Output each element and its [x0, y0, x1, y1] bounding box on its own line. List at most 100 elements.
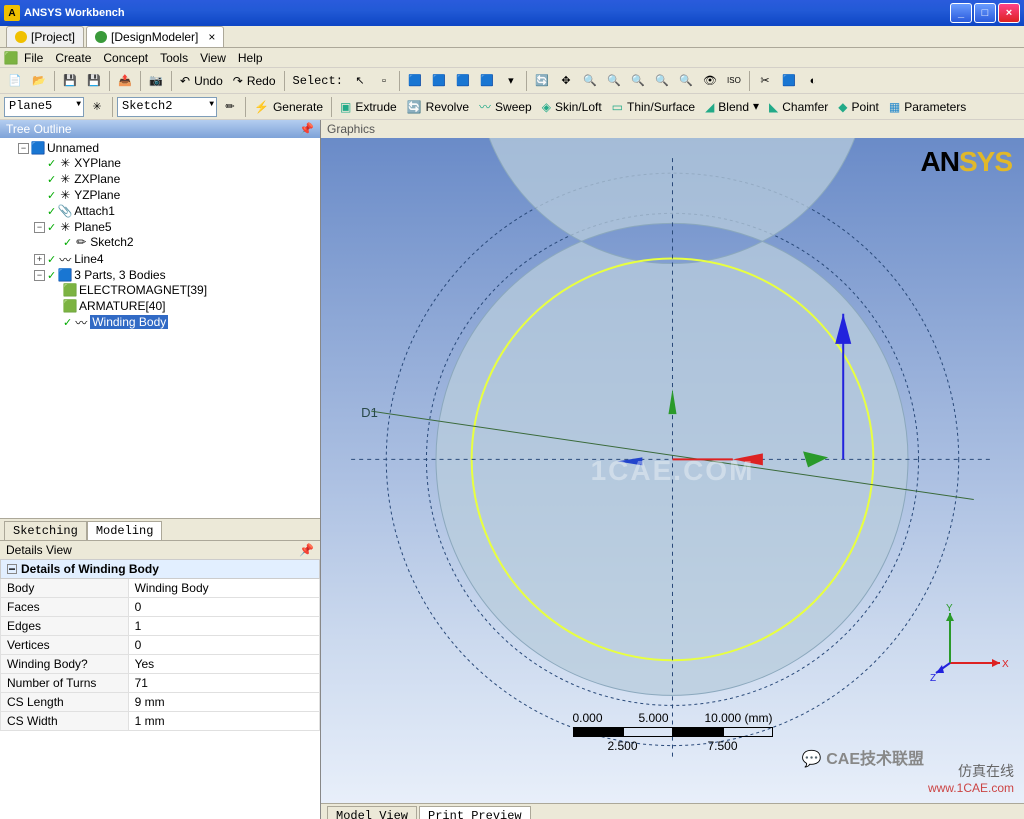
svg-text:X: X — [1002, 659, 1009, 670]
tree-xyplane[interactable]: XYPlane — [74, 156, 121, 170]
menu-file[interactable]: File — [18, 49, 49, 67]
toolbar-main: 📄 📂 💾 💾 📤 📷 ↶Undo ↷Redo Select: ↖ ▫ 🟦 🟦 … — [0, 68, 1024, 94]
zoom-out-button[interactable]: 🔍 — [627, 70, 649, 92]
parts-icon: 🟦 — [58, 269, 72, 281]
plane-icon: ✳ — [58, 157, 72, 169]
new-sketch-button[interactable]: ✏ — [219, 96, 241, 118]
pan-button[interactable]: ✥ — [555, 70, 577, 92]
app-icon: A — [4, 5, 20, 21]
menu-view[interactable]: View — [194, 49, 232, 67]
export-button[interactable]: 📤 — [114, 70, 136, 92]
pin-icon[interactable]: 📌 — [299, 122, 314, 136]
tab-project[interactable]: [Project] — [6, 26, 84, 47]
detail-row: CS Length9 mm — [1, 693, 320, 712]
tree-zxplane[interactable]: ZXPlane — [74, 172, 120, 186]
menu-bar: 🟩 File Create Concept Tools View Help — [0, 48, 1024, 68]
tree-parts[interactable]: 3 Parts, 3 Bodies — [74, 268, 165, 282]
select-cursor-button[interactable]: ↖ — [349, 70, 371, 92]
tab-model-view[interactable]: Model View — [327, 806, 417, 819]
snapshot-button[interactable]: 📷 — [145, 70, 167, 92]
watermark-badge: 💬 CAE技术联盟 — [802, 745, 924, 769]
details-view[interactable]: −Details of Winding Body BodyWinding Bod… — [0, 559, 320, 731]
skin-button[interactable]: ◈Skin/Loft — [542, 100, 602, 114]
iso-button[interactable]: ISO — [723, 70, 745, 92]
sweep-button[interactable]: 〰Sweep — [479, 98, 532, 115]
minimize-button[interactable]: _ — [950, 3, 972, 23]
tree-sketch2[interactable]: Sketch2 — [90, 235, 133, 249]
tree-line4[interactable]: Line4 — [74, 252, 103, 266]
tree-armature[interactable]: ARMATURE[40] — [79, 299, 165, 313]
attach-icon: 📎 — [58, 205, 72, 217]
tab-modeling[interactable]: Modeling — [87, 521, 163, 540]
blend-button[interactable]: ◢Blend ▾ — [705, 99, 759, 114]
undo-button[interactable]: ↶Undo — [180, 74, 223, 88]
plane-dropdown[interactable]: Plane5 — [4, 97, 84, 117]
menu-concept[interactable]: Concept — [97, 49, 154, 67]
new-plane-button[interactable]: ✳ — [86, 96, 108, 118]
plane-icon: ✳ — [58, 173, 72, 185]
filter-body-button[interactable]: 🟦 — [476, 70, 498, 92]
dm-small-icon: 🟩 — [4, 51, 18, 65]
lookat-button[interactable]: 👁 — [699, 70, 721, 92]
new-button[interactable]: 📄 — [4, 70, 26, 92]
plane-tool-button[interactable]: ✂ — [754, 70, 776, 92]
tree-outline[interactable]: −🟦Unnamed ✓✳XYPlane ✓✳ZXPlane ✓✳YZPlane … — [0, 138, 320, 518]
tab-print-preview[interactable]: Print Preview — [419, 806, 531, 819]
maximize-button[interactable]: □ — [974, 3, 996, 23]
shade-button[interactable]: ◐ — [802, 70, 824, 92]
chamfer-button[interactable]: ◣Chamfer — [769, 100, 828, 114]
tree-yzplane[interactable]: YZPlane — [74, 188, 120, 202]
tree-plane5[interactable]: Plane5 — [74, 220, 111, 234]
zoom-sel-button[interactable]: 🔍 — [675, 70, 697, 92]
tab-designmodeler[interactable]: [DesignModeler] × — [86, 26, 224, 47]
tree-attach1[interactable]: Attach1 — [74, 204, 115, 218]
save-all-button[interactable]: 💾 — [83, 70, 105, 92]
close-button[interactable]: × — [998, 3, 1020, 23]
menu-help[interactable]: Help — [232, 49, 269, 67]
filter-point-button[interactable]: 🟦 — [404, 70, 426, 92]
menu-create[interactable]: Create — [49, 49, 97, 67]
detail-row: CS Width1 mm — [1, 712, 320, 731]
generate-button[interactable]: ⚡Generate — [254, 100, 323, 114]
menu-tools[interactable]: Tools — [154, 49, 194, 67]
filter-extend-button[interactable]: ▾ — [500, 70, 522, 92]
display-button[interactable]: 🟦 — [778, 70, 800, 92]
scale-bar: 0.0005.00010.000 (mm) 2.5007.500 — [573, 711, 773, 753]
redo-button[interactable]: ↷Redo — [233, 74, 276, 88]
tab-project-label: [Project] — [31, 30, 75, 44]
graphics-header: Graphics — [321, 120, 1024, 138]
filter-face-button[interactable]: 🟦 — [452, 70, 474, 92]
save-button[interactable]: 💾 — [59, 70, 81, 92]
graphics-tabs: Model View Print Preview — [321, 803, 1024, 819]
triad[interactable]: X Y Z — [930, 603, 1010, 683]
tree-electromagnet[interactable]: ELECTROMAGNET[39] — [79, 283, 207, 297]
model-icon: 🟦 — [31, 142, 45, 154]
pin-icon[interactable]: 📌 — [299, 543, 314, 557]
body-icon: 🟩 — [63, 300, 77, 312]
body-icon: 🟩 — [63, 284, 77, 296]
thin-button[interactable]: ▭Thin/Surface — [612, 100, 695, 114]
graphics-viewport[interactable]: ANSYS — [321, 138, 1024, 803]
detail-row: Faces0 — [1, 598, 320, 617]
watermark-url: 仿真在线 www.1CAE.com — [928, 761, 1014, 795]
revolve-button[interactable]: 🔄Revolve — [407, 100, 469, 114]
parameters-button[interactable]: ▦Parameters — [889, 100, 966, 114]
zoom-box-button[interactable]: 🔍 — [579, 70, 601, 92]
tree-winding-body[interactable]: Winding Body — [90, 315, 168, 329]
tab-dm-label: [DesignModeler] — [111, 30, 198, 44]
open-button[interactable]: 📂 — [28, 70, 50, 92]
sketch-dropdown[interactable]: Sketch2 — [117, 97, 217, 117]
watermark-center: 1CAE.COM — [591, 455, 755, 487]
rotate-button[interactable]: 🔄 — [531, 70, 553, 92]
filter-edge-button[interactable]: 🟦 — [428, 70, 450, 92]
zoom-fit-button[interactable]: 🔍 — [651, 70, 673, 92]
tree-root[interactable]: Unnamed — [47, 141, 99, 155]
plane-icon: ✳ — [58, 189, 72, 201]
point-button[interactable]: ◆Point — [838, 100, 879, 114]
tab-close-icon[interactable]: × — [208, 30, 215, 44]
line-icon: 〰 — [58, 253, 72, 265]
extrude-button[interactable]: ▣Extrude — [340, 100, 397, 114]
tab-sketching[interactable]: Sketching — [4, 521, 87, 540]
zoom-in-button[interactable]: 🔍 — [603, 70, 625, 92]
select-box-button[interactable]: ▫ — [373, 70, 395, 92]
